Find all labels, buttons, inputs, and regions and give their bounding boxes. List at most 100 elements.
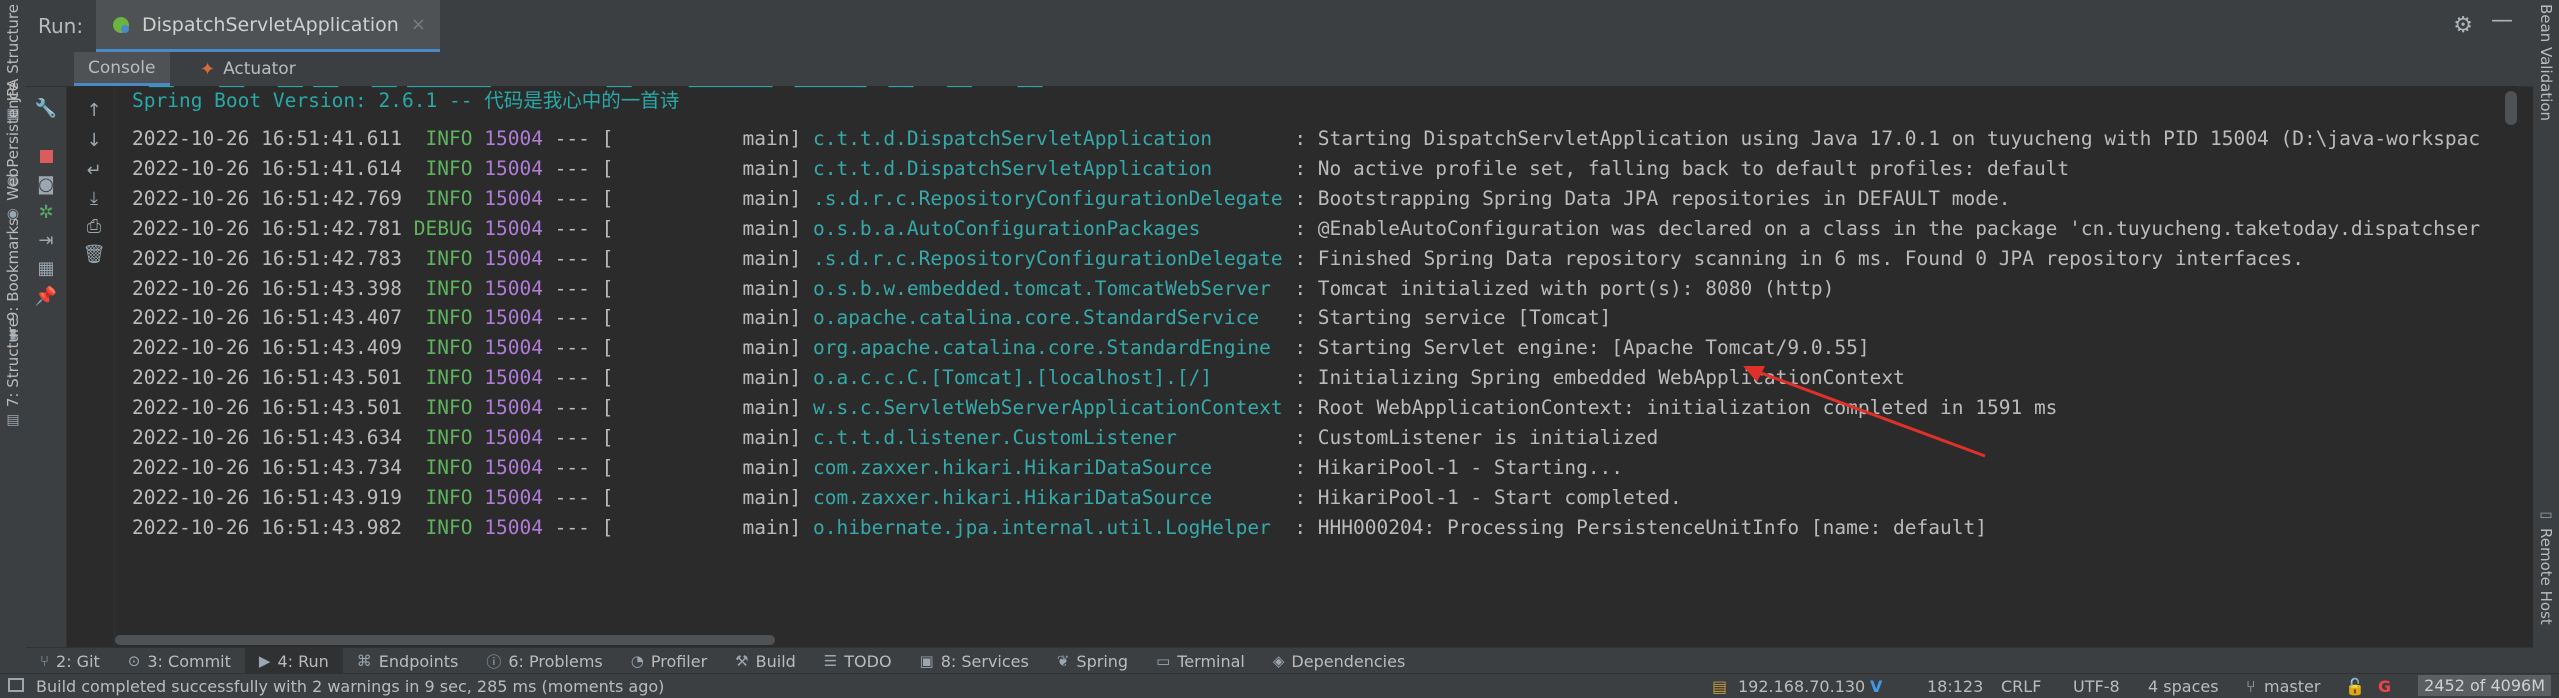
- log-logger: o.hibernate.jpa.internal.util.LogHelper: [812, 515, 1283, 539]
- status-ip[interactable]: 192.168.70.130: [1738, 677, 1865, 696]
- tool-window-spring[interactable]: ❦ Spring: [1043, 648, 1142, 674]
- stop-icon[interactable]: [26, 142, 66, 170]
- tab-actuator[interactable]: ✦ Actuator: [186, 52, 310, 86]
- status-indent[interactable]: 4 spaces: [2148, 677, 2219, 696]
- version-line: Spring Boot Version: 2.6.1 -- 代码是我心中的一首诗: [132, 89, 680, 112]
- exit-icon[interactable]: ⇥: [26, 226, 66, 254]
- debug-bug-icon[interactable]: ✲: [26, 198, 66, 226]
- log-line: 2022-10-26 16:51:42.783 INFO 15004 --- […: [132, 244, 2304, 274]
- structure-tab[interactable]: 7: Structure ▤: [0, 318, 26, 427]
- log-line: 2022-10-26 16:51:41.611 INFO 15004 --- […: [132, 124, 2480, 154]
- status-branch[interactable]: master: [2264, 677, 2320, 696]
- tool-window-todo[interactable]: ☰ TODO: [810, 648, 906, 674]
- layout-icon[interactable]: ▦: [26, 254, 66, 282]
- structure-icon: ▤: [6, 412, 20, 429]
- lock-icon[interactable]: 🔓: [2345, 677, 2365, 696]
- log-level: INFO: [413, 186, 473, 210]
- log-level: INFO: [413, 127, 473, 150]
- tool-window-build[interactable]: ⚒ Build: [721, 648, 810, 674]
- log-pid: 15004: [484, 156, 543, 180]
- log-logger: c.t.t.d.DispatchServletApplication: [812, 127, 1283, 150]
- log-line: 2022-10-26 16:51:43.409 INFO 15004 --- […: [132, 333, 1870, 363]
- log-line: 2022-10-26 16:51:42.769 INFO 15004 --- […: [132, 184, 2010, 214]
- log-level: INFO: [413, 455, 473, 479]
- soft-wrap-icon[interactable]: ↵: [74, 156, 114, 184]
- tool-window-label: 3: Commit: [147, 651, 231, 671]
- tool-window-terminal[interactable]: ▭ Terminal: [1142, 648, 1259, 674]
- log-message: : HikariPool-1 - Start completed.: [1282, 485, 1682, 509]
- tool-window-label: Build: [755, 651, 796, 671]
- log-timestamp: 2022-10-26 16:51:43.398: [132, 276, 403, 300]
- log-line: 2022-10-26 16:51:41.614 INFO 15004 --- […: [132, 154, 2069, 184]
- google-icon[interactable]: G: [2378, 677, 2391, 696]
- status-message[interactable]: Build completed successfully with 2 warn…: [36, 677, 664, 696]
- log-line: 2022-10-26 16:51:43.734 INFO 15004 --- […: [132, 453, 1623, 483]
- log-pid: 15004: [484, 246, 543, 270]
- log-timestamp: 2022-10-26 16:51:43.409: [132, 336, 403, 360]
- tool-window-run[interactable]: ▶ 4: Run: [244, 648, 343, 674]
- tool-window-services[interactable]: ▣ 8: Services: [906, 648, 1043, 674]
- structure-label: 7: Structure: [4, 318, 22, 408]
- arrow-up-icon[interactable]: ↑: [74, 96, 114, 124]
- log-timestamp: 2022-10-26 16:51:43.501: [132, 366, 403, 390]
- tool-window-git[interactable]: ⑂ 2: Git: [26, 648, 114, 674]
- arrow-down-icon[interactable]: ↓: [74, 126, 114, 154]
- tool-window-label: 4: Run: [277, 651, 329, 671]
- tool-window-commit[interactable]: ⊙ 3: Commit: [114, 648, 245, 674]
- log-line: 2022-10-26 16:51:43.919 INFO 15004 --- […: [132, 483, 1682, 513]
- log-logger: org.apache.catalina.core.StandardEngine: [812, 336, 1283, 360]
- log-level: INFO: [413, 426, 473, 449]
- tab-console-label: Console: [88, 57, 156, 78]
- log-timestamp: 2022-10-26 16:51:43.501: [132, 396, 403, 420]
- wrench-icon[interactable]: 🔧: [26, 94, 66, 122]
- commit-icon: ⊙: [127, 652, 141, 670]
- log-logger: w.s.c.ServletWebServerApplicationContext: [812, 396, 1283, 420]
- camera-icon[interactable]: ◙: [26, 170, 66, 198]
- tab-console[interactable]: Console: [74, 52, 170, 86]
- scroll-to-end-icon[interactable]: ⤓: [74, 184, 114, 212]
- log-thread: --- [ main]: [542, 426, 813, 449]
- log-pid: 15004: [484, 366, 543, 390]
- status-memory[interactable]: 2452 of 4096M: [2418, 675, 2551, 696]
- log-level: INFO: [413, 156, 473, 180]
- run-tab-dispatch[interactable]: DispatchServletApplication ×: [96, 0, 440, 52]
- horizontal-scrollbar[interactable]: [115, 635, 775, 645]
- tool-window-dependencies[interactable]: ◈ Dependencies: [1259, 648, 1419, 674]
- window-icon[interactable]: [8, 678, 24, 692]
- run-tab-label: DispatchServletApplication: [142, 13, 399, 36]
- persistence-label: Persistence: [4, 82, 22, 168]
- tool-window-label: 8: Services: [940, 651, 1029, 671]
- console-output[interactable]: └─┘ └─┘ └─┘└─┘ └─┘└──────┘ └─┘ └──────┘ …: [115, 86, 2517, 647]
- remote-host-tab[interactable]: ▭ Remote Host: [2533, 508, 2559, 625]
- pin-icon[interactable]: 📌: [26, 282, 66, 310]
- web-label: Web: [4, 168, 22, 201]
- bean-validation-label: Bean Validation: [2537, 4, 2555, 122]
- tool-window-label: Profiler: [650, 651, 708, 671]
- close-icon[interactable]: ×: [411, 14, 426, 35]
- terminal-icon: ▭: [1156, 652, 1171, 670]
- remote-host-icon: ▭: [2539, 507, 2553, 523]
- build-icon: ⚒: [735, 652, 749, 670]
- status-line-ending[interactable]: CRLF: [2001, 677, 2041, 696]
- status-position[interactable]: 18:123: [1927, 677, 1983, 696]
- tool-window-endpoints[interactable]: ⌘ Endpoints: [343, 648, 473, 674]
- spring-icon: ❦: [1056, 652, 1070, 670]
- minimize-icon[interactable]: —: [2491, 8, 2513, 33]
- web-tab[interactable]: Web ◉: [0, 168, 26, 221]
- log-message: : Starting DispatchServletApplication us…: [1282, 127, 2481, 150]
- log-timestamp: 2022-10-26 16:51:43.407: [132, 306, 403, 330]
- status-encoding[interactable]: UTF-8: [2073, 677, 2120, 696]
- log-logger: .s.d.r.c.RepositoryConfigurationDelegate: [812, 246, 1283, 270]
- status-bar: Build completed successfully with 2 warn…: [0, 673, 2559, 698]
- log-thread: --- [ main]: [542, 485, 813, 509]
- vertical-scrollbar[interactable]: [2505, 91, 2517, 125]
- tool-window-profiler[interactable]: ◔ Profiler: [617, 648, 721, 674]
- gear-icon[interactable]: ⚙: [2453, 13, 2473, 38]
- print-icon[interactable]: ⎙: [74, 212, 114, 240]
- trash-icon[interactable]: 🗑: [74, 240, 114, 268]
- log-thread: --- [ main]: [542, 156, 813, 180]
- log-thread: --- [ main]: [542, 366, 813, 390]
- log-timestamp: 2022-10-26 16:51:41.614: [132, 156, 403, 180]
- bean-validation-tab[interactable]: Bean Validation: [2533, 4, 2559, 121]
- tool-window-problems[interactable]: ⓘ 6: Problems: [472, 648, 616, 674]
